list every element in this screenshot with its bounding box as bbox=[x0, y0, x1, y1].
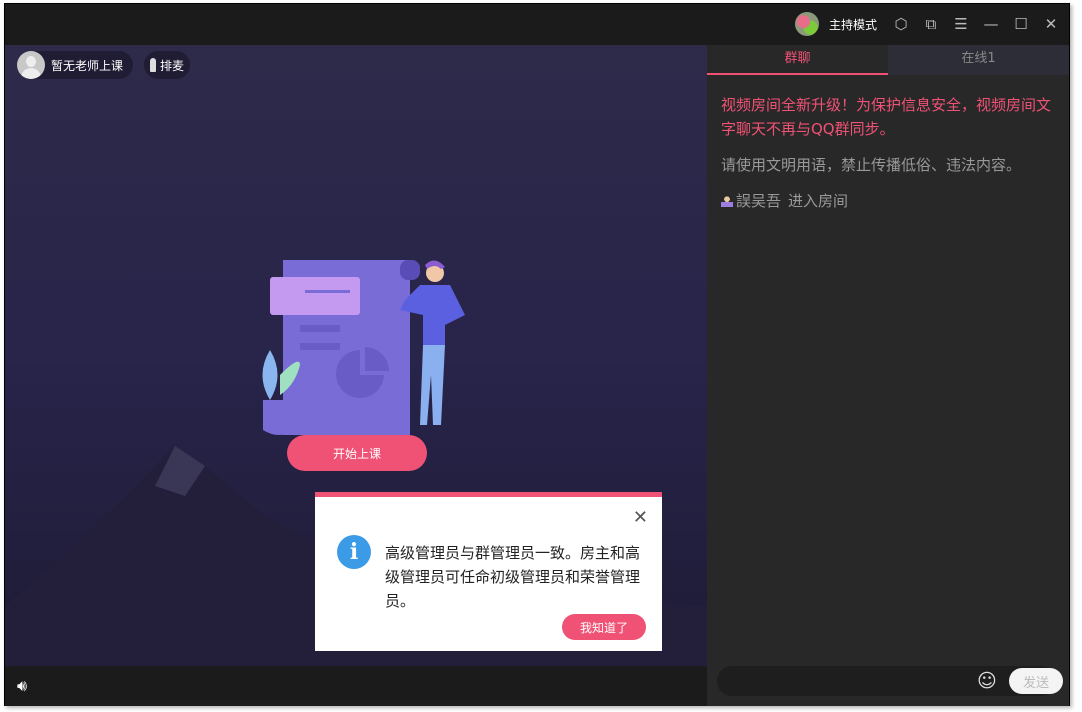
message-list: 视频房间全新升级！为保护信息安全，视频房间文字聊天不再与QQ群同步。 请使用文明… bbox=[707, 75, 1069, 231]
start-class-button[interactable]: 开始上课 bbox=[287, 435, 427, 471]
dialog-confirm-button[interactable]: 我知道了 bbox=[562, 614, 646, 640]
chat-panel: 群聊 在线1 视频房间全新升级！为保护信息安全，视频房间文字聊天不再与QQ群同步… bbox=[707, 45, 1069, 706]
teacher-status: 暂无老师上课 bbox=[17, 51, 134, 79]
info-dialog: ✕ i 高级管理员与群管理员一致。房主和高级管理员可任命初级管理员和荣誉管理员。… bbox=[315, 492, 662, 651]
dialog-message: 高级管理员与群管理员一致。房主和高级管理员可任命初级管理员和荣誉管理员。 bbox=[385, 544, 641, 610]
video-controls: 🔊︎ bbox=[5, 666, 707, 706]
settings-icon[interactable]: ⬡ bbox=[891, 14, 911, 34]
popout-icon[interactable]: ⧉ bbox=[921, 14, 941, 34]
join-user[interactable]: 誤吴吾 bbox=[736, 189, 781, 213]
mic-queue-button[interactable]: 排麦 bbox=[144, 51, 191, 79]
info-icon: i bbox=[337, 535, 371, 569]
volume-icon[interactable]: 🔊︎ bbox=[17, 676, 27, 696]
classroom-illustration bbox=[262, 260, 465, 435]
tab-group-chat[interactable]: 群聊 bbox=[707, 45, 888, 75]
teacher-label: 暂无老师上课 bbox=[51, 58, 124, 73]
join-text: 进入房间 bbox=[788, 192, 849, 210]
app-window: 主持模式 ⬡ ⧉ ☰ — ☐ ✕ 暂无老师上课 排麦 开始上课 🔊︎ 群聊 在线… bbox=[4, 3, 1070, 706]
host-avatar[interactable] bbox=[794, 12, 819, 36]
emoji-icon[interactable]: ☺ bbox=[977, 670, 997, 692]
host-mode-label[interactable]: 主持模式 bbox=[829, 16, 877, 33]
user-icon bbox=[721, 195, 733, 207]
close-icon[interactable]: ✕ bbox=[1041, 14, 1061, 34]
dialog-close-icon[interactable]: ✕ bbox=[633, 507, 648, 528]
title-bar: 主持模式 ⬡ ⧉ ☰ — ☐ ✕ bbox=[5, 4, 1069, 45]
menu-icon[interactable]: ☰ bbox=[951, 14, 971, 34]
teacher-avatar bbox=[17, 51, 45, 79]
chat-input[interactable] bbox=[729, 666, 969, 696]
system-notice: 视频房间全新升级！为保护信息安全，视频房间文字聊天不再与QQ群同步。 bbox=[721, 96, 1052, 138]
queue-label: 排麦 bbox=[160, 58, 185, 73]
send-button[interactable]: 发送 bbox=[1009, 668, 1063, 694]
minimize-icon[interactable]: — bbox=[981, 14, 1001, 34]
tab-online[interactable]: 在线1 bbox=[888, 45, 1069, 75]
chat-tabs: 群聊 在线1 bbox=[707, 45, 1069, 75]
join-message: 誤吴吾 进入房间 bbox=[721, 189, 1055, 213]
maximize-icon[interactable]: ☐ bbox=[1011, 14, 1031, 34]
chat-input-bar: ☺ 发送 bbox=[717, 666, 1063, 696]
microphone-icon bbox=[150, 58, 156, 72]
rules-notice: 请使用文明用语，禁止传播低俗、违法内容。 bbox=[721, 156, 1022, 174]
